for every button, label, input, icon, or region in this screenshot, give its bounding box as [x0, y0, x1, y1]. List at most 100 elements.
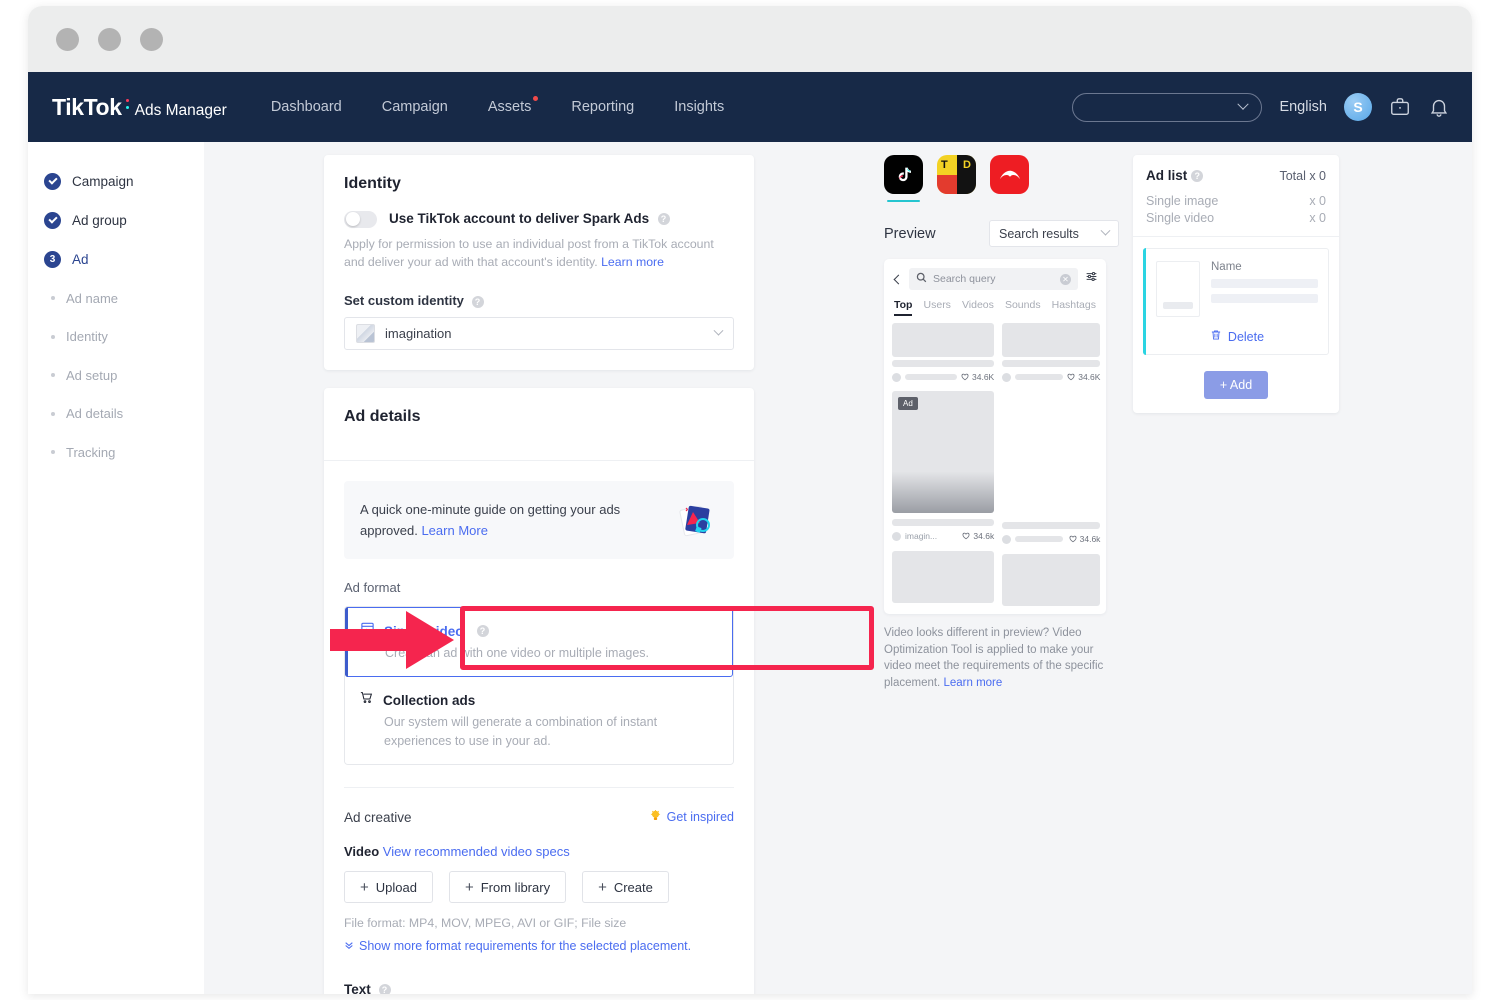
screenshot-root: TikTok Ads Manager Dashboard Campaign As…: [0, 0, 1500, 1000]
nav-item-campaign[interactable]: Campaign: [382, 99, 448, 115]
preview-card-meta: 34.6K: [1002, 372, 1100, 382]
help-icon[interactable]: ?: [378, 984, 391, 994]
topbuzz-app-icon[interactable]: T D: [937, 155, 976, 194]
create-button-label: Create: [613, 879, 653, 895]
identity-learn-more-link[interactable]: Learn more: [601, 255, 664, 269]
get-inspired-label: Get inspired: [666, 810, 734, 824]
substep-label: Ad details: [66, 406, 124, 422]
likes-count: 34.6K: [1078, 372, 1101, 382]
ad-item-skeleton-line: [1211, 279, 1318, 288]
preview-card-thumb: [1002, 323, 1101, 357]
delete-label: Delete: [1227, 329, 1265, 344]
identity-card: Identity Use TikTok account to deliver S…: [324, 155, 754, 370]
window-maximize-dot[interactable]: [140, 27, 163, 51]
create-button[interactable]: + Create: [582, 871, 669, 903]
bell-icon[interactable]: [1428, 96, 1450, 118]
language-selector[interactable]: English: [1279, 99, 1327, 115]
filter-icon[interactable]: [1085, 270, 1098, 288]
spark-ads-toggle[interactable]: [344, 210, 377, 228]
ad-format-option-collection-ads[interactable]: Collection ads Our system will generate …: [345, 677, 733, 764]
nav-item-assets[interactable]: Assets: [487, 96, 539, 115]
nav-item-insights[interactable]: Insights: [674, 99, 724, 115]
get-inspired-button[interactable]: Get inspired: [649, 809, 734, 825]
sidebar-step-campaign[interactable]: Campaign: [44, 162, 204, 201]
preview-results-grid: 34.6K Ad imagin... 34.6k 34.6K 34.6k: [892, 323, 1101, 606]
sidebar-item-identity[interactable]: Identity: [44, 318, 204, 357]
guide-learn-more-link[interactable]: Learn More: [421, 523, 487, 538]
preview-tabs: Top Users Videos Sounds Hashtags: [892, 299, 1098, 316]
placement-value: Search results: [999, 226, 1079, 241]
avatar-icon: [892, 372, 901, 382]
delete-button[interactable]: Delete: [1156, 329, 1318, 344]
preview-note-link[interactable]: Learn more: [943, 677, 1002, 689]
preview-column: T D Preview Search results Search query …: [874, 142, 1119, 994]
file-format-note: File format: MP4, MOV, MPEG, AVI or GIF;…: [344, 916, 627, 930]
sidebar-step-ad-group[interactable]: Ad group: [44, 201, 204, 240]
search-icon: [916, 270, 927, 288]
preview-tab-hashtags[interactable]: Hashtags: [1052, 299, 1096, 316]
upload-button-label: Upload: [375, 879, 417, 895]
sidebar-item-ad-name[interactable]: Ad name: [44, 279, 204, 318]
help-icon[interactable]: ?: [657, 212, 670, 225]
show-more-requirements-link[interactable]: Show more format requirements for the se…: [344, 939, 734, 953]
back-arrow-icon[interactable]: [893, 274, 904, 284]
sidebar-item-ad-setup[interactable]: Ad setup: [44, 356, 204, 395]
bullet-icon: [51, 411, 55, 416]
plus-icon: +: [598, 878, 607, 896]
nav-item-dashboard[interactable]: Dashboard: [271, 99, 342, 115]
preview-tab-videos[interactable]: Videos: [962, 299, 994, 316]
steps-sidebar: Campaign Ad group 3 Ad Ad name Identity: [28, 142, 204, 994]
avatar[interactable]: S: [1344, 93, 1372, 121]
clear-icon[interactable]: ✕: [1060, 273, 1071, 285]
preview-search-input[interactable]: Search query ✕: [909, 268, 1078, 290]
plus-icon: +: [464, 878, 474, 896]
upload-button[interactable]: + Upload: [344, 871, 433, 903]
custom-identity-select[interactable]: imagination: [344, 317, 734, 350]
pangle-app-icon[interactable]: [990, 155, 1029, 194]
identity-title: Identity: [344, 175, 401, 192]
add-ad-button[interactable]: + Add: [1204, 371, 1268, 399]
avatar-icon: [892, 531, 901, 541]
preview-tab-top[interactable]: Top: [894, 299, 913, 316]
search-query-text: Search query: [933, 273, 996, 285]
ad-list-title: Ad list: [1146, 168, 1188, 183]
brand-name: TikTok: [52, 94, 129, 121]
ad-format-label: Ad format: [344, 580, 401, 595]
sidebar-item-tracking[interactable]: Tracking: [44, 433, 204, 472]
sidebar-item-ad-details[interactable]: Ad details: [44, 395, 204, 434]
preview-card-meta: 34.6K: [892, 372, 994, 382]
trash-icon: [1210, 329, 1222, 344]
top-navigation-bar: TikTok Ads Manager Dashboard Campaign As…: [28, 72, 1472, 142]
chevron-down-icon: [1100, 225, 1111, 236]
step-number-badge: 3: [44, 251, 61, 268]
nav-item-reporting[interactable]: Reporting: [571, 99, 634, 115]
window-minimize-dot[interactable]: [98, 27, 121, 51]
center-content-column: Identity Use TikTok account to deliver S…: [204, 142, 874, 994]
from-library-button[interactable]: + From library: [448, 871, 567, 903]
help-icon[interactable]: ?: [476, 625, 489, 637]
nav-label: Assets: [487, 99, 532, 115]
shopping-cart-icon: [359, 690, 374, 710]
preview-card-titleline: [1002, 522, 1101, 529]
help-icon[interactable]: ?: [471, 295, 484, 308]
video-specs-link[interactable]: View recommended video specs: [383, 844, 570, 859]
preview-ad-card: Ad: [892, 391, 995, 513]
bullet-icon: [51, 296, 55, 301]
briefcase-icon[interactable]: [1389, 96, 1411, 118]
substep-label: Identity: [66, 329, 108, 345]
sidebar-step-ad[interactable]: 3 Ad: [44, 240, 204, 279]
preview-tab-sounds[interactable]: Sounds: [1005, 299, 1041, 316]
window-close-dot[interactable]: [56, 27, 79, 51]
heart-icon: [1069, 535, 1077, 543]
placement-select[interactable]: Search results: [989, 220, 1119, 247]
preview-ad-card-meta: imagin... 34.6k: [892, 531, 994, 541]
tiktok-app-icon[interactable]: [884, 155, 923, 202]
heart-icon: [1067, 373, 1075, 381]
preview-tab-users[interactable]: Users: [924, 299, 951, 316]
account-select[interactable]: [1072, 92, 1263, 122]
nav-label: Insights: [674, 99, 725, 115]
brand-logo[interactable]: TikTok Ads Manager: [52, 94, 227, 121]
ad-list-item[interactable]: Name Delete: [1143, 248, 1329, 355]
custom-identity-label-row: Set custom identity ?: [344, 293, 734, 308]
help-icon[interactable]: ?: [1191, 169, 1204, 182]
